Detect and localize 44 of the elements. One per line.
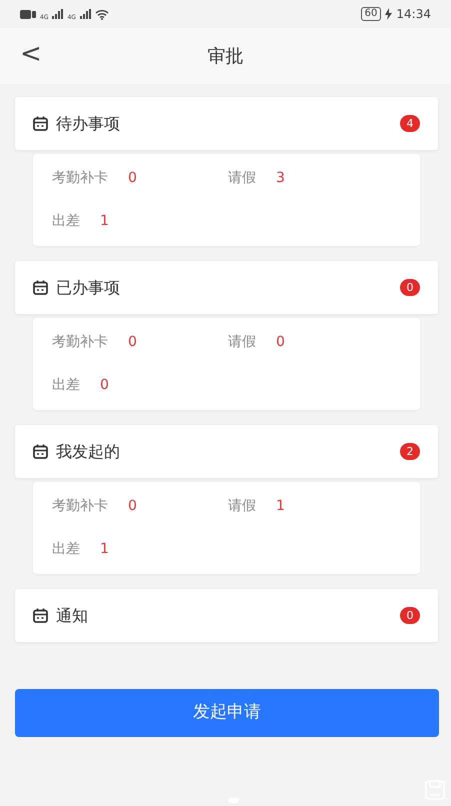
page-title: 审批 — [208, 44, 244, 68]
item-count: 3 — [276, 169, 285, 188]
item-count: 0 — [128, 497, 137, 516]
signal-icon — [80, 9, 91, 19]
submit-button[interactable]: 发起申请 — [15, 689, 439, 737]
calendar-icon — [33, 280, 48, 295]
section-title: 待办事项 — [56, 112, 121, 134]
count-badge: 4 — [400, 115, 420, 132]
section-header[interactable]: 待办事项 4 — [15, 97, 438, 150]
item-label: 请假 — [228, 497, 256, 516]
item-label: 考勤补卡 — [52, 169, 108, 188]
battery-level: 60 — [360, 7, 382, 21]
section-header[interactable]: 已办事项 0 — [15, 261, 438, 314]
item-label: 请假 — [228, 333, 256, 352]
calendar-icon — [33, 116, 48, 131]
item-count: 1 — [100, 212, 109, 231]
item-label: 请假 — [228, 169, 256, 188]
item-count: 1 — [100, 540, 109, 559]
hd-icon — [20, 10, 36, 18]
section-title: 通知 — [56, 604, 89, 626]
charging-icon — [385, 8, 392, 20]
signal-icon — [52, 9, 64, 19]
item-label: 出差 — [52, 540, 80, 559]
wifi-icon — [94, 8, 109, 20]
item-count: 0 — [128, 333, 137, 352]
back-button[interactable]: < — [14, 38, 48, 72]
item-label: 出差 — [52, 212, 80, 231]
item-count: 0 — [276, 333, 285, 352]
section-header[interactable]: 通知 0 — [15, 589, 438, 642]
section-title: 我发起的 — [56, 440, 121, 462]
item-label: 考勤补卡 — [52, 333, 108, 352]
section-title: 已办事项 — [56, 276, 121, 298]
item-count: 0 — [128, 169, 137, 188]
item-count: 1 — [276, 497, 285, 516]
calendar-icon — [33, 444, 48, 459]
section-header[interactable]: 我发起的 2 — [15, 425, 438, 478]
item-label: 出差 — [52, 376, 80, 395]
status-time: 14:34 — [396, 6, 431, 23]
calendar-icon — [33, 608, 48, 623]
item-count: 0 — [100, 376, 109, 395]
count-badge: 0 — [400, 279, 420, 296]
item-label: 考勤补卡 — [52, 497, 108, 516]
count-badge: 2 — [400, 443, 420, 460]
count-badge: 0 — [400, 607, 420, 624]
